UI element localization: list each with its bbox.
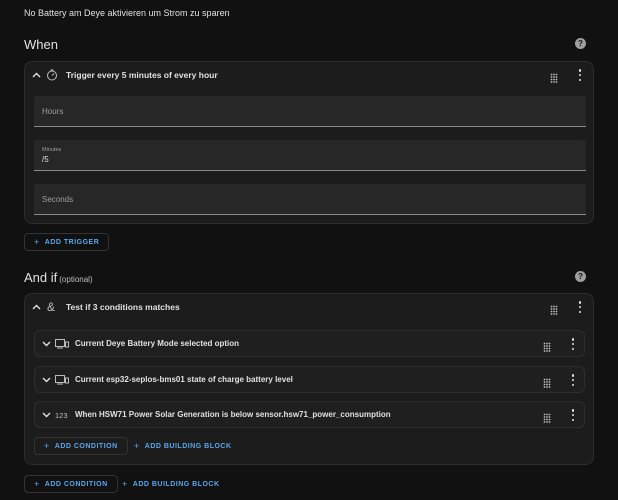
and-if-section-title: And if (optional) [24,270,93,285]
condition-label: Current esp32-seplos-bms01 state of char… [75,375,293,384]
chevron-up-icon[interactable] [30,301,42,313]
add-building-block-label: ADD BUILDING BLOCK [132,480,220,488]
more-options-icon[interactable] [571,409,575,421]
timer-icon [46,69,58,81]
and-if-title-text: And if [24,270,58,285]
minutes-field[interactable]: Minutes /5 [34,140,586,171]
device-icon [55,338,69,349]
ampersand-icon: & [47,300,56,314]
plus-icon: + [134,441,140,451]
plus-icon: + [34,479,40,489]
more-options-icon[interactable] [578,69,582,81]
hours-placeholder: Hours [42,107,64,116]
condition-row[interactable]: Current esp32-seplos-bms01 state of char… [34,366,585,393]
when-title-text: When [24,37,58,52]
plus-icon: + [34,237,40,247]
trigger-card: Trigger every 5 minutes of every hour Ho… [24,61,594,224]
chevron-up-icon[interactable] [30,69,42,81]
chevron-down-icon[interactable] [40,338,52,350]
more-options-icon[interactable] [578,301,582,313]
add-building-block-button[interactable]: + ADD BUILDING BLOCK [112,475,230,493]
plus-icon: + [122,479,128,489]
drag-handle-icon[interactable] [543,375,551,388]
seconds-placeholder: Seconds [42,195,74,204]
trigger-label: Trigger every 5 minutes of every hour [66,70,218,80]
add-trigger-button[interactable]: + ADD TRIGGER [24,233,110,251]
condition-block-card: & Test if 3 conditions matches Current D… [24,293,594,465]
chevron-down-icon[interactable] [40,409,52,421]
condition-label: When HSW71 Power Solar Generation is bel… [75,410,391,419]
condition-block-header[interactable]: & Test if 3 conditions matches [25,294,593,320]
drag-handle-icon[interactable] [543,410,551,423]
add-condition-label: ADD CONDITION [44,480,108,488]
hours-field[interactable]: Hours [34,96,586,127]
condition-row[interactable]: 123 When HSW71 Power Solar Generation is… [34,401,585,428]
add-condition-button[interactable]: + ADD CONDITION [34,437,128,455]
when-section-title: When [24,37,58,52]
add-trigger-label: ADD TRIGGER [44,238,100,246]
help-icon[interactable]: ? [575,38,586,49]
condition-label: Current Deye Battery Mode selected optio… [75,339,240,348]
add-building-block-button[interactable]: + ADD BUILDING BLOCK [124,437,242,455]
more-options-icon[interactable] [571,338,575,350]
drag-handle-icon[interactable] [550,70,558,83]
add-condition-label: ADD CONDITION [54,442,118,450]
trigger-header[interactable]: Trigger every 5 minutes of every hour [25,62,593,88]
more-options-icon[interactable] [571,374,575,386]
chevron-down-icon[interactable] [40,374,52,386]
add-condition-button[interactable]: + ADD CONDITION [24,475,118,493]
minutes-label: Minutes [42,147,62,153]
condition-block-label: Test if 3 conditions matches [66,302,180,312]
drag-handle-icon[interactable] [543,339,551,352]
add-building-block-label: ADD BUILDING BLOCK [144,442,232,450]
automation-description: No Battery am Deye aktivieren um Strom z… [24,8,230,18]
device-icon [55,374,69,385]
numeric-icon: 123 [55,411,68,420]
optional-label: (optional) [59,275,93,284]
minutes-value: /5 [42,155,49,164]
help-icon[interactable]: ? [575,271,586,282]
drag-handle-icon[interactable] [550,302,558,315]
plus-icon: + [44,441,50,451]
condition-row[interactable]: Current Deye Battery Mode selected optio… [34,330,585,357]
seconds-field[interactable]: Seconds [34,184,586,215]
